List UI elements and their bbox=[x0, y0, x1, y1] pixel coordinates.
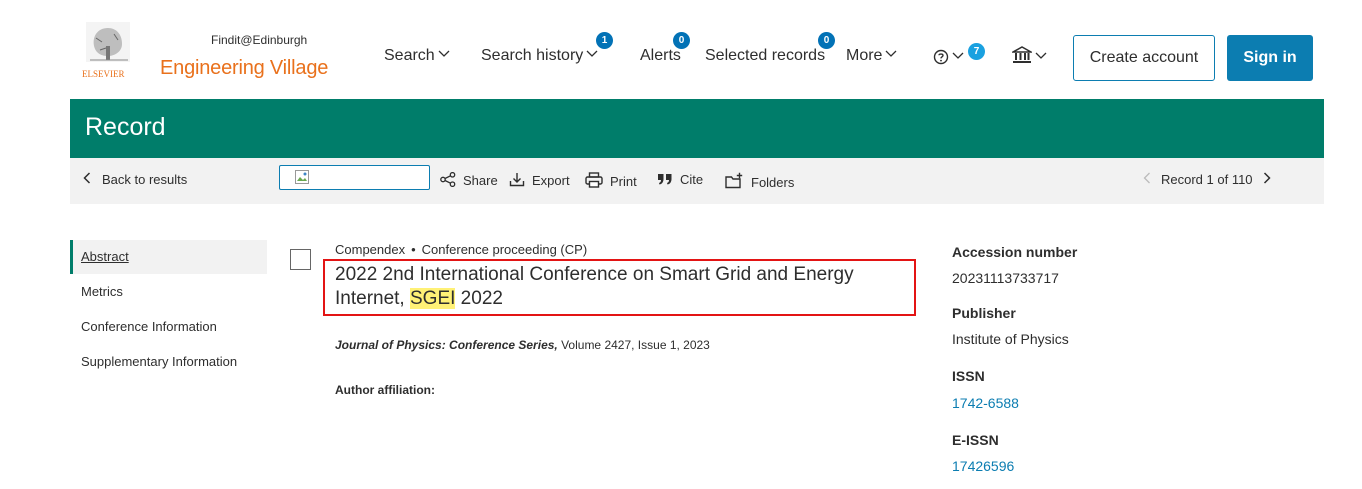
export-button[interactable]: Export bbox=[509, 172, 570, 188]
brand-title[interactable]: Engineering Village bbox=[160, 57, 328, 80]
journal-name: Journal of Physics: Conference Series, bbox=[335, 338, 558, 352]
record-meta: Compendex • Conference proceeding (CP) bbox=[335, 242, 587, 257]
search-term-highlight: SGEI bbox=[410, 288, 456, 309]
findit-button[interactable] bbox=[279, 165, 430, 190]
search-history-badge: 1 bbox=[596, 32, 613, 49]
publisher-label: Publisher bbox=[952, 305, 1016, 321]
help-icon bbox=[933, 49, 949, 65]
chevron-right-icon[interactable] bbox=[1263, 172, 1271, 184]
sidenav-abstract[interactable]: Abstract bbox=[70, 240, 267, 274]
publisher-value: Institute of Physics bbox=[952, 331, 1069, 347]
sidenav-conference-information[interactable]: Conference Information bbox=[70, 310, 267, 344]
chevron-down-icon bbox=[438, 50, 450, 57]
nav-more[interactable]: More bbox=[846, 47, 897, 65]
nav-alerts-label: Alerts bbox=[640, 47, 681, 64]
record-toolbar: Back to results Share Export Print Cite … bbox=[70, 158, 1324, 204]
author-affiliation-label: Author affiliation: bbox=[335, 383, 435, 397]
download-icon bbox=[509, 173, 525, 187]
accession-number-value: 20231113733717 bbox=[952, 270, 1059, 286]
back-to-results-label: Back to results bbox=[102, 172, 188, 187]
page-title-bar: Record bbox=[70, 99, 1324, 158]
chevron-left-icon[interactable] bbox=[1143, 172, 1151, 184]
alerts-badge: 0 bbox=[673, 32, 690, 49]
page-title: Record bbox=[85, 113, 166, 141]
help-menu[interactable] bbox=[933, 49, 964, 67]
chevron-down-icon bbox=[885, 50, 897, 57]
folders-label: Folders bbox=[751, 175, 795, 190]
create-account-button[interactable]: Create account bbox=[1073, 35, 1215, 81]
elsevier-logo[interactable]: ELSEVIER bbox=[80, 20, 145, 82]
chevron-left-icon bbox=[83, 172, 91, 184]
sidenav-supplementary-information[interactable]: Supplementary Information bbox=[70, 345, 267, 379]
document-type: Conference proceeding (CP) bbox=[421, 242, 588, 257]
record-count-label: Record 1 of 110 bbox=[1161, 172, 1253, 187]
export-label: Export bbox=[532, 173, 570, 188]
accession-number-label: Accession number bbox=[952, 244, 1078, 260]
share-button[interactable]: Share bbox=[440, 171, 498, 188]
share-label: Share bbox=[463, 173, 498, 188]
print-icon bbox=[585, 172, 603, 188]
print-button[interactable]: Print bbox=[585, 172, 637, 189]
folder-add-icon bbox=[725, 172, 743, 189]
quote-icon bbox=[658, 174, 672, 185]
nav-search-history-label: Search history bbox=[481, 47, 584, 64]
broken-image-icon bbox=[295, 170, 309, 184]
elsevier-wordmark: ELSEVIER bbox=[82, 69, 125, 79]
separator-dot: • bbox=[411, 242, 416, 257]
chevron-down-icon bbox=[586, 50, 598, 57]
nav-more-label: More bbox=[846, 47, 883, 64]
sign-in-button[interactable]: Sign in bbox=[1227, 35, 1313, 81]
institution-icon bbox=[1010, 46, 1034, 63]
findit-label[interactable]: Findit@Edinburgh bbox=[211, 33, 308, 47]
nav-search-label: Search bbox=[384, 47, 435, 64]
nav-alerts[interactable]: Alerts bbox=[640, 47, 681, 65]
issn-label: ISSN bbox=[952, 368, 985, 384]
selected-records-badge: 0 bbox=[818, 32, 835, 49]
cite-label: Cite bbox=[680, 172, 704, 187]
sidenav-metrics[interactable]: Metrics bbox=[70, 275, 267, 309]
nav-selected-records[interactable]: Selected records bbox=[705, 47, 825, 65]
journal-volume-issue: Volume 2427, Issue 1, 2023 bbox=[557, 338, 710, 352]
nav-search-history[interactable]: Search history bbox=[481, 47, 598, 65]
share-icon bbox=[440, 171, 456, 188]
print-label: Print bbox=[610, 174, 637, 189]
chevron-down-icon bbox=[1035, 52, 1047, 59]
journal-citation: Journal of Physics: Conference Series, V… bbox=[335, 338, 710, 352]
chevron-down-icon bbox=[952, 52, 964, 59]
site-header: ELSEVIER Engineering Village Search Sear… bbox=[0, 0, 1362, 99]
record-title-part: 2022 bbox=[455, 288, 503, 309]
nav-search[interactable]: Search bbox=[384, 47, 450, 65]
eissn-label: E-ISSN bbox=[952, 432, 999, 448]
help-badge: 7 bbox=[968, 43, 985, 60]
record-title: 2022 2nd International Conference on Sma… bbox=[335, 263, 915, 311]
nav-selected-records-label: Selected records bbox=[705, 47, 826, 64]
database-label: Compendex bbox=[335, 242, 406, 257]
back-to-results-link[interactable]: Back to results bbox=[82, 172, 187, 187]
record-pager: Record 1 of 110 bbox=[1143, 172, 1271, 187]
eissn-link[interactable]: 17426596 bbox=[952, 458, 1014, 474]
cite-button[interactable]: Cite bbox=[657, 172, 703, 187]
select-record-checkbox[interactable] bbox=[290, 249, 311, 270]
institution-menu[interactable] bbox=[1010, 46, 1047, 67]
folders-button[interactable]: Folders bbox=[725, 172, 794, 190]
issn-link[interactable]: 1742-6588 bbox=[952, 395, 1019, 411]
